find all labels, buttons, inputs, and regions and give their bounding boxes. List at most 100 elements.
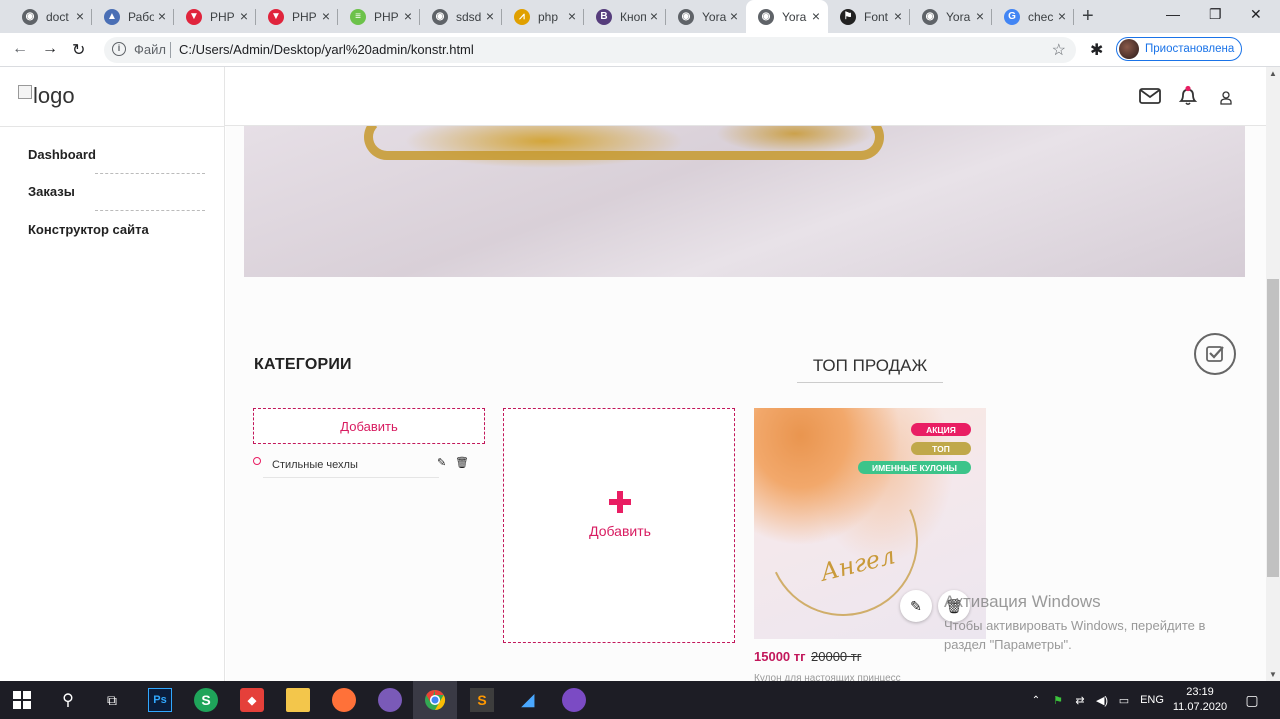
windows-taskbar: ⚲ ⧉ Ps S ◆ S ◢ ⌃ ⚑ ⇄ ◀) ▭ ENG 23:19 11.0… [0, 681, 1280, 719]
media-app-icon[interactable] [378, 688, 402, 712]
mail-icon[interactable] [1139, 87, 1161, 110]
tab-favicon-icon: ▼ [186, 8, 202, 25]
photoshop-icon[interactable]: Ps [148, 688, 172, 712]
tray-expand-icon[interactable]: ⌃ [1024, 688, 1048, 712]
tab-close-icon[interactable]: × [76, 9, 84, 23]
sidebar-item-dashboard[interactable]: Dashboard [28, 147, 96, 162]
avatar [1119, 39, 1139, 59]
browser-tab[interactable]: ▼ PHP × [256, 0, 338, 33]
file-explorer-icon[interactable] [286, 688, 310, 712]
browser-tab[interactable]: ◉ Yora × [910, 0, 992, 33]
new-tab-button[interactable]: + [1082, 5, 1094, 28]
profile-label: Приостановлена [1145, 43, 1235, 55]
tab-close-icon[interactable]: × [568, 9, 576, 23]
browser-tab[interactable]: ▲ Рабо × [92, 0, 174, 33]
add-product-card[interactable]: Добавить [503, 408, 735, 643]
windows-start-icon[interactable] [10, 688, 34, 712]
display-icon[interactable]: ▭ [1112, 688, 1136, 712]
address-bar[interactable]: i Файл C:/Users/Admin/Desktop/yarl%20adm… [104, 37, 1076, 63]
page-scrollbar[interactable]: ▲ ▼ [1266, 67, 1280, 681]
sidebar-item-orders[interactable]: Заказы [28, 184, 75, 199]
logo[interactable]: logo [18, 83, 75, 109]
browser-tab[interactable]: ⚑ Font × [828, 0, 910, 33]
tab-close-icon[interactable]: × [322, 9, 330, 23]
notification-icon[interactable]: ▢ [1240, 688, 1264, 712]
save-check-button[interactable] [1194, 333, 1236, 375]
bookmark-star-icon[interactable]: ☆ [1052, 40, 1066, 60]
sidebar-item-site-builder[interactable]: Конструктор сайта [28, 222, 149, 237]
tab-favicon-icon: ◉ [922, 8, 938, 25]
browser-tab[interactable]: ◉ doct × [10, 0, 92, 33]
search-icon[interactable]: ⚲ [56, 688, 80, 712]
tab-close-icon[interactable]: × [976, 9, 984, 23]
close-window-icon[interactable]: ✕ [1250, 6, 1262, 23]
edit-product-icon[interactable]: ✎ [900, 590, 932, 622]
url-text[interactable]: C:/Users/Admin/Desktop/yarl%20admin/kons… [179, 42, 474, 57]
tab-close-icon[interactable]: × [404, 9, 412, 23]
tab-title: Yora [702, 9, 727, 24]
logo-alt-text: logo [33, 83, 75, 108]
browser-tab[interactable]: ◉ Yora × [746, 0, 828, 33]
tab-favicon-icon: ◉ [432, 8, 448, 25]
badge-top: ТОП [911, 442, 971, 455]
tab-close-icon[interactable]: × [812, 9, 820, 23]
tab-title: PHP [210, 9, 235, 24]
maximize-icon[interactable]: ❐ [1209, 6, 1222, 23]
scroll-thumb[interactable] [1267, 279, 1279, 577]
vpn-app-icon[interactable]: ◢ [516, 688, 540, 712]
add-category-button[interactable]: Добавить [253, 408, 485, 444]
sublime-text-icon[interactable]: S [470, 688, 494, 712]
browser-tab[interactable]: ≡ PHP × [338, 0, 420, 33]
bell-icon[interactable] [1177, 85, 1199, 112]
language-indicator[interactable]: ENG [1140, 688, 1164, 712]
forward-icon[interactable]: → [42, 40, 58, 58]
chrome-taskbar-button[interactable] [413, 681, 457, 719]
task-view-icon[interactable]: ⧉ [100, 688, 124, 712]
browser-tab[interactable]: B Кноп × [584, 0, 666, 33]
reload-icon[interactable]: ↻ [72, 40, 85, 60]
tab-close-icon[interactable]: × [1058, 9, 1066, 23]
user-icon[interactable] [1220, 91, 1232, 110]
tab-close-icon[interactable]: × [894, 9, 902, 23]
messenger-icon[interactable] [562, 688, 586, 712]
tab-close-icon[interactable]: × [650, 9, 658, 23]
clock[interactable]: 23:19 11.07.2020 [1172, 685, 1228, 715]
extensions-icon[interactable]: ✱ [1090, 40, 1103, 60]
tab-close-icon[interactable]: × [240, 9, 248, 23]
tab-title: Кноп [620, 9, 646, 24]
firefox-icon[interactable] [332, 688, 356, 712]
browser-toolbar: ← → ↻ i Файл C:/Users/Admin/Desktop/yarl… [0, 33, 1280, 67]
scroll-up-icon[interactable]: ▲ [1269, 69, 1277, 78]
flag-icon[interactable]: ⚑ [1046, 688, 1070, 712]
volume-icon[interactable]: ◀) [1090, 688, 1114, 712]
browser-tab[interactable]: ⩘ php × [502, 0, 584, 33]
minimize-icon[interactable]: — [1166, 6, 1180, 22]
scroll-down-icon[interactable]: ▼ [1269, 670, 1277, 679]
info-icon[interactable]: i [112, 42, 126, 56]
category-item[interactable]: Стильные чехлы ✎ 🗑 [253, 456, 485, 478]
tab-close-icon[interactable]: × [730, 9, 738, 23]
back-icon[interactable]: ← [12, 40, 28, 58]
tab-separator [1073, 9, 1074, 25]
tab-favicon-icon: ◉ [678, 8, 694, 25]
browser-tab[interactable]: ▼ PHP × [174, 0, 256, 33]
sidebar: logo Dashboard Заказы Конструктор сайта [0, 67, 225, 681]
network-icon[interactable]: ⇄ [1068, 688, 1092, 712]
product-price: 15000 тг [754, 649, 806, 664]
tab-title: chec [1028, 9, 1054, 24]
browser-tab[interactable]: ◉ Yora × [666, 0, 746, 33]
anydesk-icon[interactable]: ◆ [240, 688, 264, 712]
tab-favicon-icon: ▼ [268, 8, 284, 25]
tab-favicon-icon: ▲ [104, 8, 120, 25]
app-s-icon[interactable]: S [194, 688, 218, 712]
tab-favicon-icon: B [596, 8, 612, 25]
browser-tab[interactable]: ◉ sdsd × [420, 0, 502, 33]
browser-tab[interactable]: Gchec × [992, 0, 1074, 33]
omnibox-divider [170, 42, 171, 58]
edit-category-icon[interactable]: ✎ [437, 456, 446, 469]
profile-button[interactable]: Приостановлена [1116, 37, 1242, 61]
category-radio[interactable] [253, 457, 261, 465]
delete-category-icon[interactable]: 🗑 [455, 456, 469, 469]
tab-close-icon[interactable]: × [158, 9, 166, 23]
tab-close-icon[interactable]: × [486, 9, 494, 23]
